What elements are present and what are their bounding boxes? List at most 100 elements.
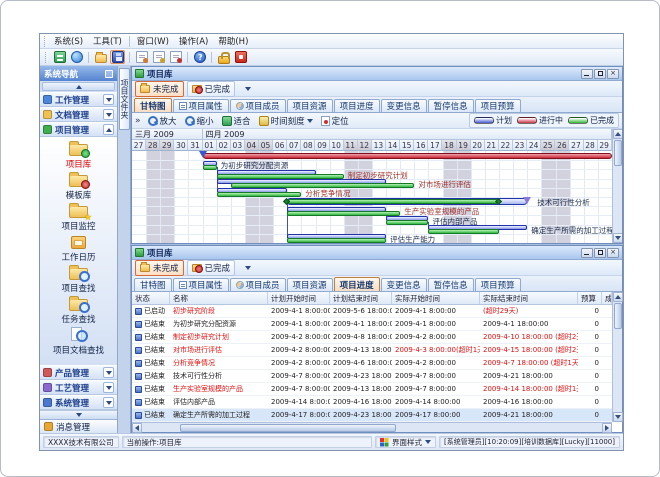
table-horizontal-scrollbar[interactable] (132, 422, 612, 432)
filter-unfinished-button[interactable]: 未完成 (135, 260, 184, 276)
zoom-in-button[interactable]: 放大 (146, 115, 179, 127)
sidebar-group-工作管理[interactable]: 工作管理 (40, 92, 117, 107)
toolbar-overflow-icon[interactable]: » (135, 116, 141, 126)
table-row[interactable]: 已结束为初步研究分配资源2009-4-1 8:00:002009-4-1 18:… (132, 318, 612, 331)
lock-button[interactable] (216, 50, 231, 64)
sidebar-tab-messages[interactable]: 消息管理 (40, 419, 117, 433)
sidebar-more-button[interactable] (40, 410, 117, 419)
scrollbar-thumb[interactable] (614, 140, 622, 166)
sidebar-group-工艺管理[interactable]: 工艺管理 (40, 380, 117, 395)
column-header-2[interactable]: 名称 (170, 292, 268, 304)
menubar-grip[interactable] (44, 36, 47, 47)
sidebar-collapse-button[interactable] (42, 82, 115, 91)
chevron-down-icon[interactable] (103, 367, 114, 378)
sidebar-item-项目监控[interactable]: 项目监控 (40, 202, 117, 233)
chevron-down-icon[interactable] (103, 397, 114, 408)
gantt-bar-actual[interactable] (217, 192, 302, 197)
tab-项目进度[interactable]: 项目进度 (334, 99, 380, 112)
menu-item-4[interactable]: 操作(A) (174, 34, 213, 48)
gantt-bar-actual[interactable] (288, 199, 498, 204)
minimize-button[interactable] (581, 69, 593, 79)
sidebar-item-模板库[interactable]: 模板库 (40, 171, 117, 202)
column-header-1[interactable]: 状态 (132, 292, 170, 304)
gantt-bar-actual[interactable] (287, 238, 386, 243)
tab-暂停信息[interactable]: 暂停信息 (428, 99, 474, 112)
chevron-down-icon[interactable] (103, 94, 114, 105)
tab-项目成员[interactable]: 项目成员 (230, 99, 286, 112)
scroll-up-icon[interactable] (613, 292, 623, 302)
sidebar-group-文档管理[interactable]: 文档管理 (40, 107, 117, 122)
scroll-left-icon[interactable] (132, 423, 142, 433)
table-row[interactable]: 已结束对市场进行评估2009-4-2 8:00:002009-4-13 18:0… (132, 344, 612, 357)
gantt-bar-actual[interactable] (203, 165, 217, 170)
scroll-down-icon[interactable] (613, 412, 623, 422)
ui-style-picker[interactable]: 界面样式 (375, 436, 436, 448)
tab-甘特图[interactable]: 甘特图 (134, 98, 172, 112)
doc-new-button[interactable] (134, 50, 149, 64)
column-header-8[interactable]: 成 (602, 292, 612, 304)
table-row[interactable]: 已结束分析竞争情况2009-4-2 8:00:002009-4-6 18:00:… (132, 357, 612, 370)
menu-item-5[interactable]: 帮助(H) (213, 34, 253, 48)
tab-项目属性[interactable]: 项目属性 (173, 278, 229, 291)
gantt-window-titlebar[interactable]: 项目库 × (132, 67, 622, 81)
table-row[interactable]: 已结束制定初步研究计划2009-4-2 8:00:002009-4-8 18:0… (132, 331, 612, 344)
help-button[interactable] (192, 50, 207, 64)
table-row[interactable]: 已结束确定生产所需的加工过程2009-4-17 8:00:002009-4-23… (132, 409, 612, 422)
column-header-6[interactable]: 实际结束时间 (480, 292, 578, 304)
close-button[interactable]: × (607, 69, 619, 79)
toolbar-grip[interactable] (45, 52, 48, 63)
chevron-down-icon[interactable] (103, 109, 114, 120)
table-row[interactable]: 已结束生产实验室规模的产品2009-4-7 8:00:002009-4-13 1… (132, 383, 612, 396)
sidebar-group-产品管理[interactable]: 产品管理 (40, 365, 117, 380)
project-folder-tab[interactable]: 项目文件夹 (119, 68, 130, 130)
tab-变更信息[interactable]: 变更信息 (381, 99, 427, 112)
table-row[interactable]: 已结束技术可行性分析2009-4-7 8:00:002009-4-23 18:0… (132, 370, 612, 383)
scrollbar-thumb[interactable] (180, 424, 396, 432)
chevron-up-icon[interactable] (103, 124, 114, 135)
sidebar-group-项目管理[interactable]: 项目管理 (40, 122, 117, 137)
globe-button[interactable] (69, 50, 84, 64)
filter-finished-button[interactable]: 已完成 (187, 260, 236, 276)
filter-dropdown-button[interactable] (242, 262, 254, 274)
table-row[interactable]: 已启动初步研究阶段2009-4-1 8:00:002009-5-6 18:00:… (132, 305, 612, 318)
sidebar-item-任务查找[interactable]: 任务查找 (40, 295, 117, 326)
chevron-down-icon[interactable] (103, 382, 114, 393)
menu-item-3[interactable]: 窗口(W) (132, 34, 174, 48)
filter-dropdown-button[interactable] (242, 83, 254, 95)
gantt-bar-actual[interactable] (287, 211, 400, 216)
sidebar-item-工作日历[interactable]: 工作日历 (40, 233, 117, 264)
doc-edit-button[interactable] (151, 50, 166, 64)
close-button[interactable]: × (607, 248, 619, 258)
scrollbar-thumb[interactable] (614, 303, 622, 329)
column-header-5[interactable]: 实际开始时间 (392, 292, 480, 304)
doc-delete-button[interactable] (168, 50, 183, 64)
scroll-right-icon[interactable] (602, 423, 612, 433)
menu-item-1[interactable]: 系统(S) (49, 34, 88, 48)
column-header-7[interactable]: 预算 (578, 292, 602, 304)
gantt-bar-inprogress[interactable] (203, 153, 612, 159)
tab-项目资源[interactable]: 项目资源 (287, 99, 333, 112)
tab-项目成员[interactable]: 项目成员 (230, 278, 286, 291)
table-row[interactable]: 已结束评估内部产品2009-4-14 8:00:002009-4-16 18:0… (132, 396, 612, 409)
maximize-button[interactable] (594, 69, 606, 79)
table-vertical-scrollbar[interactable] (612, 292, 622, 422)
locate-button[interactable]: 定位 (319, 115, 351, 127)
column-header-3[interactable]: 计划开始时间 (268, 292, 330, 304)
gantt-bar-actual[interactable] (386, 220, 428, 225)
tab-项目资源[interactable]: 项目资源 (287, 278, 333, 291)
sidebar-item-项目文档查找[interactable]: 项目文档查找 (40, 326, 117, 357)
scroll-down-icon[interactable] (613, 233, 623, 243)
sidebar-item-项目库[interactable]: 项目库 (40, 140, 117, 171)
exit-button[interactable] (233, 50, 248, 64)
tab-暂停信息[interactable]: 暂停信息 (428, 278, 474, 291)
folder-button[interactable] (93, 50, 108, 64)
tab-项目属性[interactable]: 项目属性 (173, 99, 229, 112)
gantt-vertical-scrollbar[interactable] (612, 129, 622, 243)
filter-unfinished-button[interactable]: 未完成 (135, 81, 184, 97)
column-header-4[interactable]: 计划结束时间 (330, 292, 392, 304)
timescale-button[interactable]: 时间刻度 (257, 115, 315, 127)
sidebar-item-项目查找[interactable]: 项目查找 (40, 264, 117, 295)
minimize-button[interactable] (581, 248, 593, 258)
sidebar-group-系统管理[interactable]: 系统管理 (40, 395, 117, 410)
zoom-out-button[interactable]: 缩小 (183, 115, 216, 127)
